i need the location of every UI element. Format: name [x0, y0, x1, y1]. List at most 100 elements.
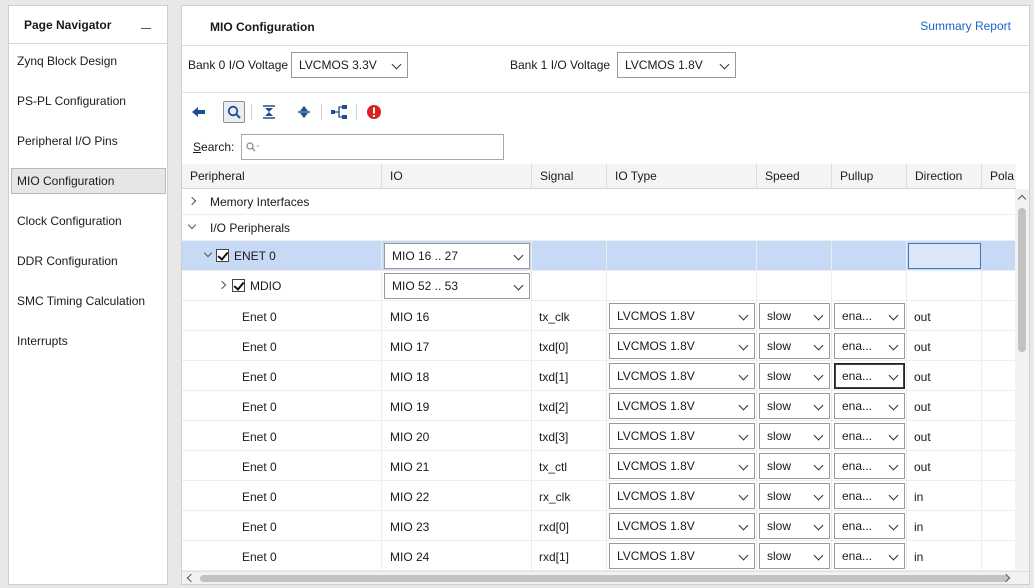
speed-select[interactable]: slow [759, 423, 830, 449]
cell-direction-focused[interactable] [908, 243, 981, 269]
pullup-select[interactable]: ena... [834, 303, 905, 329]
direction-value: out [914, 430, 931, 444]
search-input[interactable]: Q- - [241, 134, 504, 160]
column-header-signal[interactable]: Signal [532, 164, 607, 189]
bank1-voltage-select[interactable]: LVCMOS 1.8V [617, 52, 736, 78]
speed-select[interactable]: slow [759, 483, 830, 509]
vertical-scroll-thumb[interactable] [1018, 208, 1026, 352]
minimize-icon[interactable] [137, 14, 155, 36]
table-row[interactable]: Enet 0 MIO 18 txd[1] LVCMOS 1.8V slow ena... o… [182, 361, 1016, 391]
cell-peripheral: Enet 0 [182, 511, 382, 540]
signal-name: txd[2] [539, 400, 569, 414]
chevron-down-icon [888, 400, 899, 411]
search-placeholder-dash: - [256, 140, 260, 152]
nav-item-clock-configuration[interactable]: Clock Configuration [11, 208, 166, 234]
io-type-select[interactable]: LVCMOS 1.8V [609, 483, 755, 509]
horizontal-scroll-thumb[interactable] [200, 575, 1008, 582]
cell-signal: tx_ctl [532, 451, 607, 480]
io-type-select[interactable]: LVCMOS 1.8V [609, 333, 755, 359]
nav-item-interrupts[interactable]: Interrupts [11, 328, 166, 354]
nav-item-peripheral-io-pins[interactable]: Peripheral I/O Pins [11, 128, 166, 154]
scroll-up-icon[interactable] [1017, 194, 1027, 204]
table-row[interactable]: Enet 0 MIO 21 tx_ctl LVCMOS 1.8V slow ena... o… [182, 451, 1016, 481]
cell-io-type: LVCMOS 1.8V [607, 301, 757, 330]
table-row-mdio[interactable]: MDIO MIO 52 .. 53 [182, 271, 1016, 301]
nav-item-ddr-configuration[interactable]: DDR Configuration [11, 248, 166, 274]
chevron-down-icon[interactable] [203, 248, 213, 258]
nav-item-mio-configuration[interactable]: MIO Configuration [11, 168, 166, 194]
nav-item-zynq-block-design[interactable]: Zynq Block Design [11, 48, 166, 74]
io-type-select[interactable]: LVCMOS 1.8V [609, 513, 755, 539]
speed-select[interactable]: slow [759, 333, 830, 359]
column-header-io-type[interactable]: IO Type [607, 164, 757, 189]
pullup-select[interactable]: ena... [834, 453, 905, 479]
cell-pullup: ena... [832, 421, 907, 450]
chevron-down-icon [738, 430, 749, 441]
vertical-scrollbar[interactable] [1015, 189, 1029, 573]
back-arrow-icon[interactable] [188, 101, 210, 123]
io-select[interactable]: MIO 52 .. 53 [384, 273, 530, 299]
nav-item-ps-pl-configuration[interactable]: PS-PL Configuration [11, 88, 166, 114]
pullup-select[interactable]: ena... [834, 483, 905, 509]
cell-io: MIO 16 .. 27 [382, 241, 532, 270]
mdio-checkbox[interactable] [232, 279, 245, 292]
error-icon[interactable] [363, 101, 385, 123]
table-row[interactable]: Enet 0 MIO 19 txd[2] LVCMOS 1.8V slow ena... o… [182, 391, 1016, 421]
nav-item-smc-timing-calculation[interactable]: SMC Timing Calculation [11, 288, 166, 314]
io-type-select[interactable]: LVCMOS 1.8V [609, 453, 755, 479]
chevron-down-icon[interactable] [187, 220, 197, 230]
chevron-down-icon [738, 400, 749, 411]
summary-report-link[interactable]: Summary Report [920, 19, 1011, 33]
table-row-enet0[interactable]: ENET 0 MIO 16 .. 27 [182, 241, 1016, 271]
column-header-io[interactable]: IO [382, 164, 532, 189]
pullup-select[interactable]: ena... [834, 543, 905, 569]
pullup-select[interactable]: ena... [834, 513, 905, 539]
column-header-speed[interactable]: Speed [757, 164, 832, 189]
speed-select[interactable]: slow [759, 393, 830, 419]
column-header-pullup[interactable]: Pullup [832, 164, 907, 189]
pullup-select[interactable]: ena... [834, 363, 905, 389]
chevron-right-icon[interactable] [217, 280, 227, 290]
io-type-value: LVCMOS 1.8V [617, 459, 695, 473]
table-row[interactable]: Enet 0 MIO 17 txd[0] LVCMOS 1.8V slow ena... o… [182, 331, 1016, 361]
table-row[interactable]: Enet 0 MIO 23 rxd[0] LVCMOS 1.8V slow ena... i… [182, 511, 1016, 541]
io-type-select[interactable]: LVCMOS 1.8V [609, 423, 755, 449]
speed-select[interactable]: slow [759, 363, 830, 389]
peripheral-label: MDIO [250, 279, 282, 293]
speed-select[interactable]: slow [759, 513, 830, 539]
column-header-polarity[interactable]: Pola [982, 164, 1016, 189]
io-type-select[interactable]: LVCMOS 1.8V [609, 543, 755, 569]
cell-pullup: ena... [832, 481, 907, 510]
collapse-all-icon[interactable] [258, 101, 280, 123]
table-row[interactable]: Enet 0 MIO 22 rx_clk LVCMOS 1.8V slow ena... i… [182, 481, 1016, 511]
bank0-voltage-select[interactable]: LVCMOS 3.3V [291, 52, 408, 78]
speed-value: slow [767, 399, 792, 413]
scroll-left-icon[interactable] [186, 573, 196, 583]
search-icon[interactable] [223, 101, 245, 123]
horizontal-scrollbar[interactable] [182, 571, 1029, 584]
io-type-select[interactable]: LVCMOS 1.8V [609, 393, 755, 419]
enet0-checkbox[interactable] [216, 249, 229, 262]
column-header-direction[interactable]: Direction [907, 164, 982, 189]
table-row[interactable]: Enet 0 MIO 20 txd[3] LVCMOS 1.8V slow ena... o… [182, 421, 1016, 451]
pullup-select[interactable]: ena... [834, 423, 905, 449]
speed-select[interactable]: slow [759, 543, 830, 569]
speed-select[interactable]: slow [759, 303, 830, 329]
table-row[interactable]: Enet 0 MIO 16 tx_clk LVCMOS 1.8V slow ena... o… [182, 301, 1016, 331]
chevron-right-icon[interactable] [187, 196, 197, 206]
toolbar-divider [182, 92, 1029, 93]
group-row-memory-interfaces[interactable]: Memory Interfaces [182, 189, 1016, 215]
hierarchy-icon[interactable] [328, 101, 350, 123]
table-row[interactable]: Enet 0 MIO 24 rxd[1] LVCMOS 1.8V slow ena... i… [182, 541, 1016, 571]
cell-polarity [982, 391, 1016, 420]
column-header-peripheral[interactable]: Peripheral [182, 164, 382, 189]
pullup-select[interactable]: ena... [834, 333, 905, 359]
group-row-io-peripherals[interactable]: I/O Peripherals [182, 215, 1016, 241]
expand-all-icon[interactable] [293, 101, 315, 123]
pullup-select[interactable]: ena... [834, 393, 905, 419]
io-type-select[interactable]: LVCMOS 1.8V [609, 363, 755, 389]
io-select[interactable]: MIO 16 .. 27 [384, 243, 530, 269]
io-type-value: LVCMOS 1.8V [617, 429, 695, 443]
speed-select[interactable]: slow [759, 453, 830, 479]
io-type-select[interactable]: LVCMOS 1.8V [609, 303, 755, 329]
